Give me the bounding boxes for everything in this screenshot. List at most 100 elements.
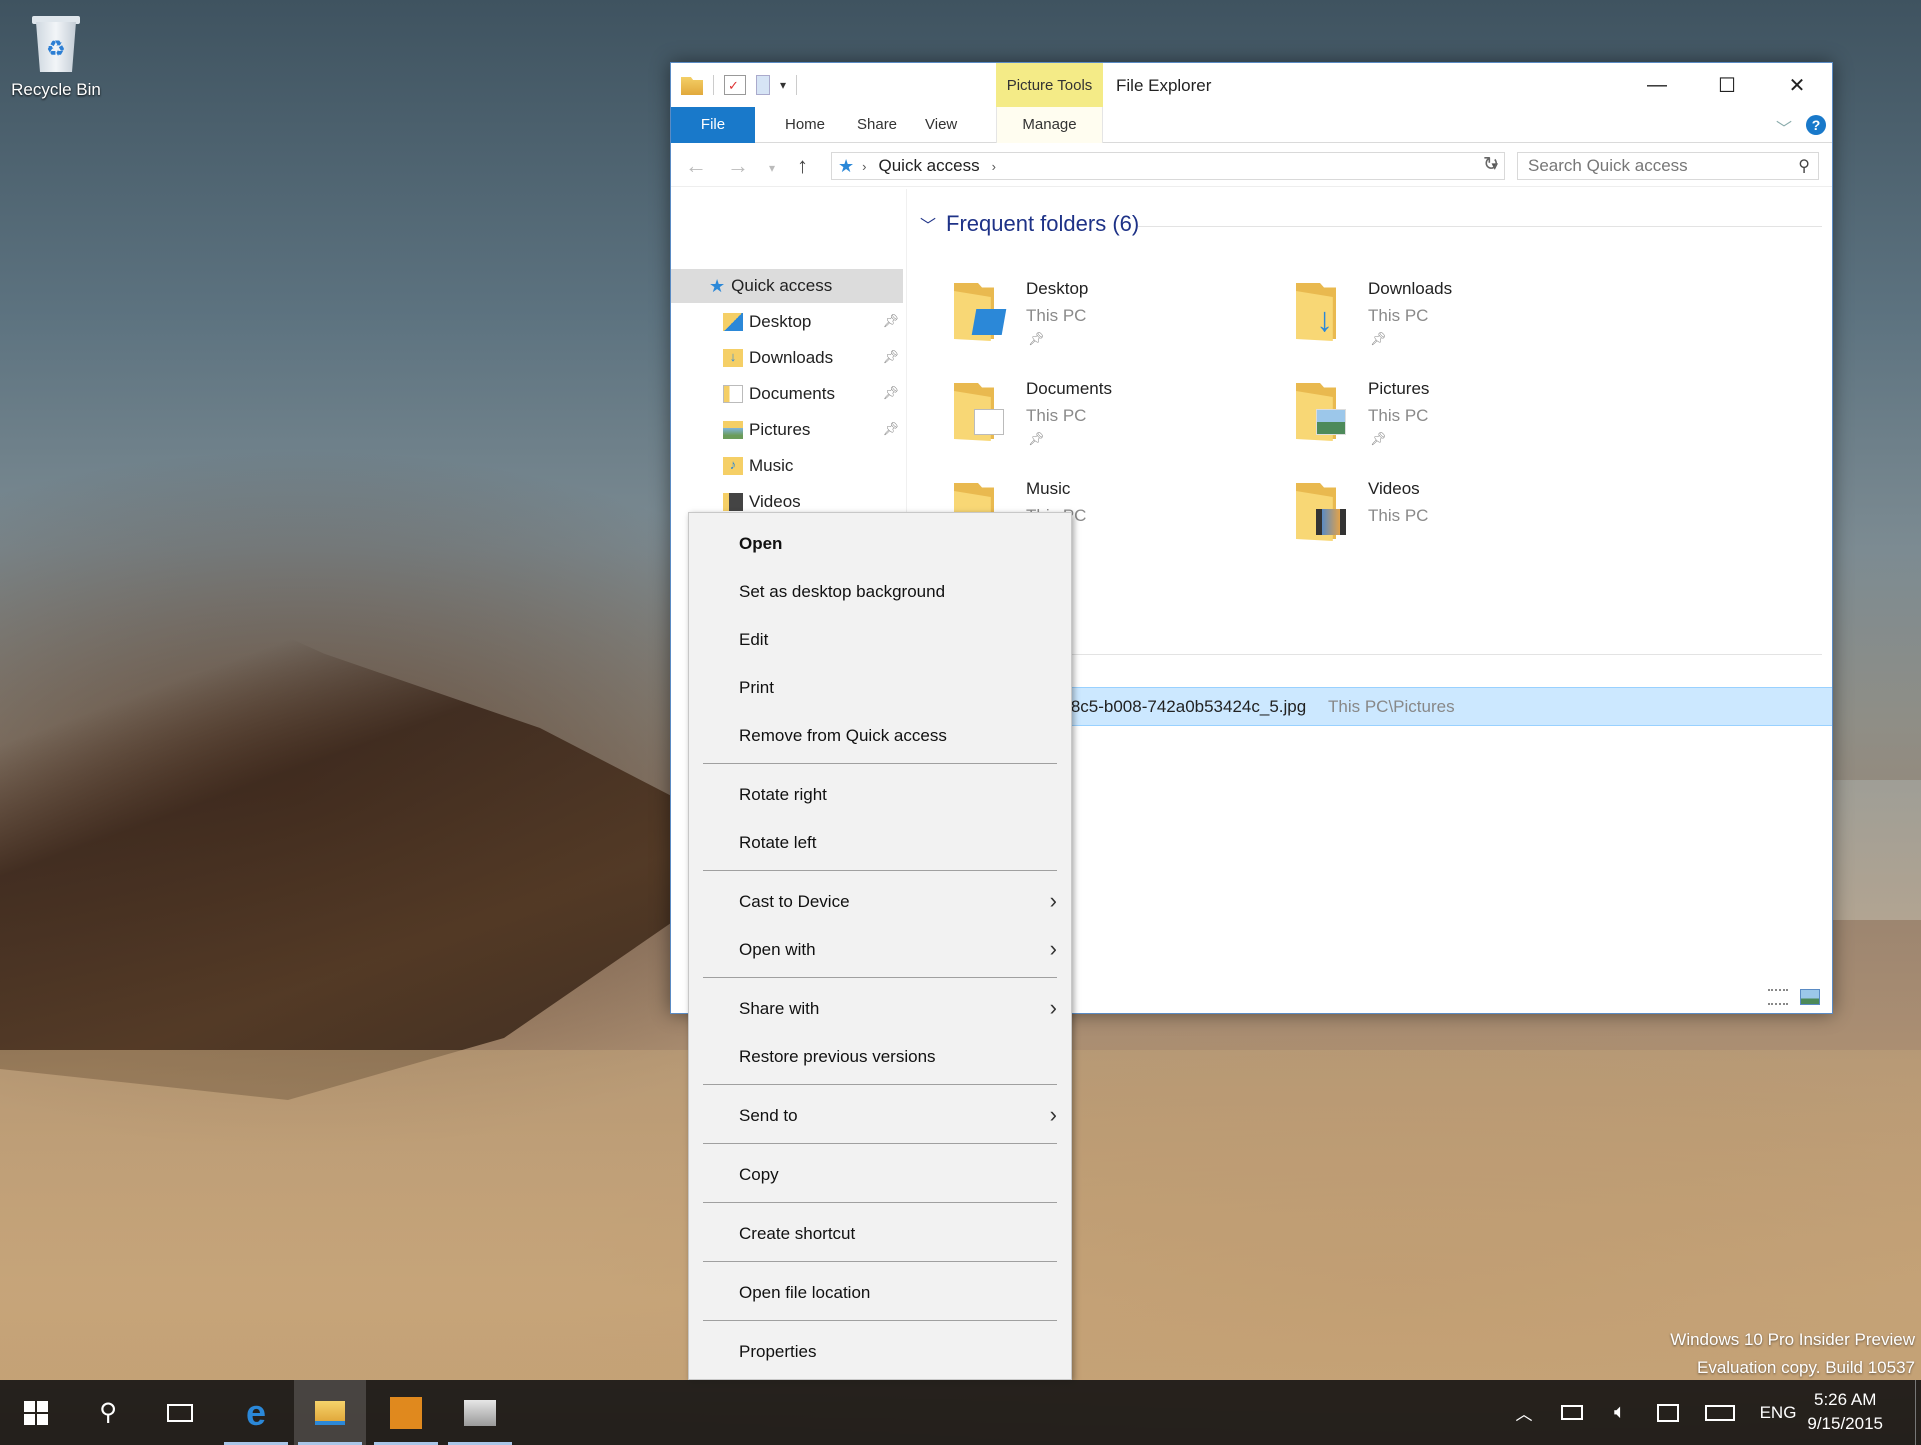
pictures-folder-icon [723,421,743,439]
address-bar[interactable]: ★ › Quick access › ▾ [831,152,1505,180]
tab-manage[interactable]: Manage [996,107,1103,143]
large-icons-view-icon[interactable] [1800,989,1820,1005]
refresh-button[interactable]: ↻ [1483,153,1499,176]
chevron-down-icon: ﹀ [920,218,937,235]
desktop-icon-recycle-bin[interactable]: ♻ Recycle Bin [8,8,104,100]
search-input[interactable]: Search Quick access [1528,156,1688,176]
menu-item-open-file-location[interactable]: Open file location [689,1273,1071,1313]
nav-item-quick-access[interactable]: ★ Quick access [671,269,903,303]
menu-item-copy[interactable]: Copy [689,1155,1071,1195]
help-icon[interactable]: ? [1806,115,1826,135]
folder-tile-videos[interactable]: Videos This PC [1290,477,1620,567]
customize-dropdown-icon[interactable]: ▾ [780,78,786,92]
breadcrumb-separator-icon[interactable]: › [862,159,866,174]
search-icon: ⚲ [99,1399,117,1426]
nav-item-downloads[interactable]: ↓ Downloads 📌︎ [671,341,903,375]
menu-item-send-to[interactable]: Send to › [689,1096,1071,1136]
toolbar-divider [796,75,798,95]
nav-item-desktop[interactable]: Desktop 📌︎ [671,305,903,339]
menu-item-properties[interactable]: Properties [689,1332,1071,1372]
ribbon-tabs: File Home Share View Manage ﹀ ? [671,107,1832,143]
pin-icon: 📌︎ [1370,331,1387,346]
clock-time: 5:26 AM [1813,1390,1877,1409]
build-watermark: Windows 10 Pro Insider Preview Evaluatio… [1670,1330,1915,1377]
maximize-button[interactable]: ☐ [1692,63,1762,107]
search-button[interactable]: ⚲ [72,1380,144,1445]
start-button[interactable] [0,1380,72,1445]
nav-item-music[interactable]: ♪ Music [671,449,903,483]
tab-view[interactable]: View [911,107,971,143]
network-button[interactable] [1556,1380,1588,1445]
menu-item-restore-previous-versions[interactable]: Restore previous versions [689,1037,1071,1077]
touch-keyboard-button[interactable] [1702,1380,1738,1445]
back-button[interactable]: ← [685,153,707,179]
folder-icon[interactable] [681,77,703,95]
volume-button[interactable]: 🔈︎ [1604,1380,1636,1445]
menu-item-edit[interactable]: Edit [689,620,1071,660]
clock-date: 9/15/2015 [1807,1414,1883,1433]
breadcrumb-separator-icon[interactable]: › [992,159,996,174]
nav-item-documents[interactable]: Documents 📌︎ [671,377,903,411]
new-folder-icon[interactable] [756,75,770,95]
show-hidden-icons-button[interactable]: ︿ [1508,1380,1540,1445]
frequent-folders-header[interactable]: ﹀ Frequent folders (6) [920,211,1139,237]
menu-item-remove-from-quick-access[interactable]: Remove from Quick access [689,716,1071,756]
chevron-right-icon: › [1049,995,1057,1020]
close-button[interactable]: ✕ [1762,63,1832,107]
up-button[interactable]: ↑ [797,153,808,179]
star-icon: ★ [838,155,855,176]
pin-icon[interactable]: 📌︎ [882,313,899,329]
menu-separator [703,1261,1057,1262]
taskbar-file-explorer[interactable] [294,1380,366,1445]
menu-item-rotate-right[interactable]: Rotate right [689,775,1071,815]
minimize-button[interactable]: — [1622,63,1692,107]
menu-item-rotate-left[interactable]: Rotate left [689,823,1071,863]
folder-tile-downloads[interactable]: ↓ Downloads This PC 📌︎ [1290,277,1620,367]
pin-icon: 📌︎ [1370,431,1387,446]
recycle-bin-icon: ♻ [30,12,82,74]
tab-home[interactable]: Home [771,107,839,143]
properties-icon[interactable]: ✓ [724,75,746,95]
pin-icon[interactable]: 📌︎ [882,421,899,437]
store-icon [390,1396,422,1429]
forward-button[interactable]: → [727,153,749,179]
menu-separator [703,870,1057,871]
pin-icon[interactable]: 📌︎ [882,385,899,401]
taskbar-edge[interactable]: e [220,1380,292,1445]
show-desktop-button[interactable] [1915,1380,1921,1445]
menu-separator [703,1202,1057,1203]
menu-item-open[interactable]: Open [689,524,1071,564]
folder-tile-documents[interactable]: Documents This PC 📌︎ [948,377,1278,467]
menu-separator [703,977,1057,978]
folder-tile-pictures[interactable]: Pictures This PC 📌︎ [1290,377,1620,467]
action-center-button[interactable] [1652,1380,1684,1445]
tab-share[interactable]: Share [843,107,911,143]
recent-locations-dropdown[interactable]: ▾ [769,161,775,175]
tab-file[interactable]: File [671,107,755,143]
task-view-button[interactable] [144,1380,216,1445]
pin-icon: 📌︎ [1028,331,1045,346]
menu-item-share-with[interactable]: Share with › [689,989,1071,1029]
menu-separator [703,1143,1057,1144]
task-view-icon [167,1403,193,1422]
taskbar-store[interactable] [370,1380,442,1445]
nav-item-pictures[interactable]: Pictures 📌︎ [671,413,903,447]
menu-item-cast-to-device[interactable]: Cast to Device › [689,882,1071,922]
folder-tile-desktop[interactable]: Desktop This PC 📌︎ [948,277,1278,367]
app-icon [464,1399,496,1426]
menu-item-set-as-desktop-background[interactable]: Set as desktop background [689,572,1071,612]
downloads-folder-icon: ↓ [723,349,743,367]
pin-icon[interactable]: 📌︎ [882,349,899,365]
expand-ribbon-icon[interactable]: ﹀ [1776,115,1792,139]
input-language-button[interactable]: ENG [1756,1380,1800,1445]
search-box[interactable]: Search Quick access ⚲ [1517,152,1819,180]
breadcrumb-quick-access[interactable]: Quick access [878,156,979,176]
close-icon: ✕ [1788,74,1806,97]
menu-item-print[interactable]: Print [689,668,1071,708]
taskbar-clock[interactable]: 5:26 AM 9/15/2015 [1807,1388,1883,1436]
window-title: File Explorer [1116,76,1212,95]
menu-item-open-with[interactable]: Open with › [689,930,1071,970]
details-view-icon[interactable] [1768,989,1788,1005]
menu-item-create-shortcut[interactable]: Create shortcut [689,1214,1071,1254]
taskbar-app[interactable] [444,1380,516,1445]
